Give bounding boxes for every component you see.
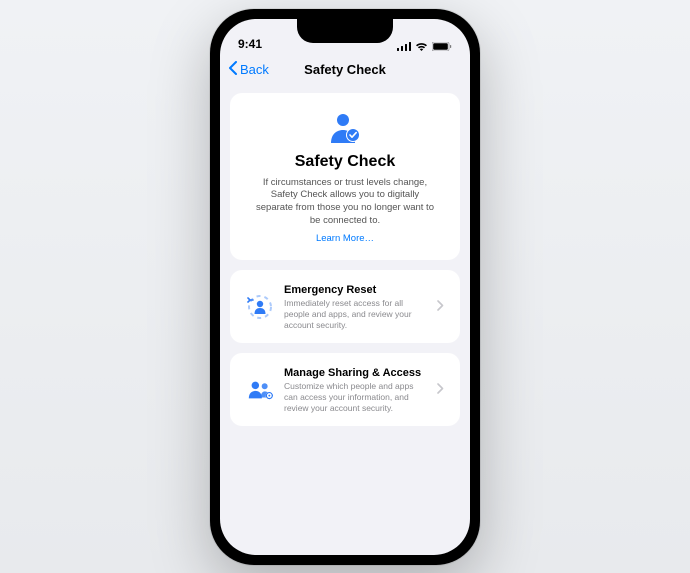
emergency-reset-title: Emergency Reset: [284, 284, 427, 296]
safety-check-hero-card: Safety Check If circumstances or trust l…: [230, 93, 460, 260]
manage-sharing-body: Manage Sharing & Access Customize which …: [284, 367, 427, 414]
manage-sharing-icon: [246, 379, 274, 401]
chevron-left-icon: [228, 61, 238, 78]
back-button[interactable]: Back: [228, 61, 269, 78]
back-label: Back: [240, 62, 269, 77]
hero-description: If circumstances or trust levels change,…: [246, 177, 444, 228]
learn-more-link[interactable]: Learn More…: [316, 233, 374, 244]
emergency-reset-option[interactable]: Emergency Reset Immediately reset access…: [230, 270, 460, 343]
manage-sharing-title: Manage Sharing & Access: [284, 367, 427, 379]
status-indicators: [397, 42, 452, 51]
notch: [297, 19, 393, 43]
manage-sharing-description: Customize which people and apps can acce…: [284, 381, 427, 414]
person-shield-icon: [246, 111, 444, 145]
chevron-right-icon: [437, 298, 444, 316]
manage-sharing-option[interactable]: Manage Sharing & Access Customize which …: [230, 353, 460, 426]
navigation-bar: Back Safety Check: [220, 53, 470, 87]
cellular-signal-icon: [397, 42, 411, 51]
phone-screen: 9:41 Back Safety Check: [220, 19, 470, 555]
emergency-reset-body: Emergency Reset Immediately reset access…: [284, 284, 427, 331]
phone-frame: 9:41 Back Safety Check: [210, 9, 480, 565]
wifi-icon: [415, 42, 428, 51]
status-time: 9:41: [238, 37, 262, 51]
hero-title: Safety Check: [246, 153, 444, 171]
battery-icon: [432, 42, 452, 51]
emergency-reset-description: Immediately reset access for all people …: [284, 298, 427, 331]
content-area: Safety Check If circumstances or trust l…: [220, 87, 470, 427]
emergency-reset-icon: [246, 294, 274, 320]
chevron-right-icon: [437, 381, 444, 399]
